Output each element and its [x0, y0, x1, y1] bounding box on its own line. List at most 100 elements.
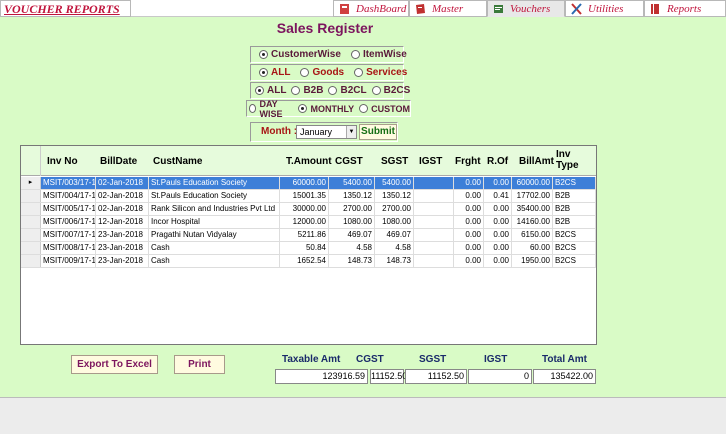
cell-bill-amt[interactable]: 35400.00	[512, 203, 553, 215]
radio-customerwise[interactable]: CustomerWise	[259, 49, 341, 60]
current-row-marker[interactable]: ▸	[21, 177, 41, 189]
col-cust-name[interactable]: CustName	[153, 156, 202, 167]
cell-r-of[interactable]: 0.00	[484, 255, 512, 267]
cell-bill-date[interactable]: 02-Jan-2018	[96, 203, 149, 215]
cell-t-amount[interactable]: 50.84	[280, 242, 329, 254]
print-button[interactable]: Print	[174, 355, 225, 374]
table-row[interactable]: MSIT/004/17-18 02-Jan-2018 St.Pauls Educat…	[21, 190, 596, 203]
cell-r-of[interactable]: 0.00	[484, 242, 512, 254]
cell-cust-name[interactable]: Rank Silicon and Industries Pvt Ltd	[149, 203, 280, 215]
cell-frght[interactable]: 0.00	[454, 229, 484, 241]
radio-itemwise[interactable]: ItemWise	[350, 49, 407, 60]
cell-bill-amt[interactable]: 14160.00	[512, 216, 553, 228]
cell-cgst[interactable]: 2700.00	[329, 203, 375, 215]
row-header[interactable]	[21, 216, 41, 228]
cell-sgst[interactable]: 148.73	[375, 255, 414, 267]
table-row[interactable]: MSIT/005/17-18 02-Jan-2018 Rank Silicon an…	[21, 203, 596, 216]
cell-inv-no[interactable]: MSIT/009/17-18	[41, 255, 96, 267]
cell-igst[interactable]	[414, 216, 454, 228]
cell-inv-type[interactable]: B2CS	[553, 229, 596, 241]
cell-bill-date[interactable]: 02-Jan-2018	[96, 177, 149, 189]
row-header[interactable]	[21, 203, 41, 215]
radio-goods[interactable]: Goods	[300, 67, 344, 78]
cell-inv-no[interactable]: MSIT/004/17-18	[41, 190, 96, 202]
cell-r-of[interactable]: 0.00	[484, 229, 512, 241]
col-frght[interactable]: Frght	[455, 156, 481, 167]
cell-igst[interactable]	[414, 229, 454, 241]
table-row[interactable]: MSIT/009/17-18 23-Jan-2018 Cash 1652.54 148.…	[21, 255, 596, 268]
table-row[interactable]: ▸ MSIT/003/17-18 02-Jan-2018 St.Pauls Educa…	[21, 177, 596, 190]
col-bill-amt[interactable]: BillAmt	[519, 156, 554, 167]
cell-bill-date[interactable]: 23-Jan-2018	[96, 255, 149, 267]
chevron-down-icon[interactable]: ▼	[346, 126, 356, 138]
cell-bill-amt[interactable]: 60000.00	[512, 177, 553, 189]
cell-inv-no[interactable]: MSIT/006/17-18	[41, 216, 96, 228]
cell-inv-type[interactable]: B2B	[553, 216, 596, 228]
cell-sgst[interactable]: 469.07	[375, 229, 414, 241]
col-inv-type[interactable]: Inv Type	[556, 149, 586, 171]
radio-b2cs[interactable]: B2CS	[371, 85, 410, 96]
row-header[interactable]	[21, 190, 41, 202]
radio-b2b[interactable]: B2B	[291, 85, 323, 96]
cell-sgst[interactable]: 4.58	[375, 242, 414, 254]
cell-inv-type[interactable]: B2B	[553, 203, 596, 215]
table-row[interactable]: MSIT/008/17-18 23-Jan-2018 Cash 50.84 4.58 4.…	[21, 242, 596, 255]
row-header[interactable]	[21, 255, 41, 267]
radio-monthly[interactable]: MONTHLY	[298, 104, 354, 114]
cell-inv-type[interactable]: B2CS	[553, 177, 596, 189]
row-header[interactable]	[21, 242, 41, 254]
cell-igst[interactable]	[414, 242, 454, 254]
tab-reports[interactable]: Reports	[644, 0, 726, 17]
cell-bill-date[interactable]: 23-Jan-2018	[96, 229, 149, 241]
cell-frght[interactable]: 0.00	[454, 203, 484, 215]
table-row[interactable]: MSIT/006/17-18 12-Jan-2018 Incor Hospital 1…	[21, 216, 596, 229]
cell-cgst[interactable]: 1350.12	[329, 190, 375, 202]
cell-frght[interactable]: 0.00	[454, 190, 484, 202]
radio-services[interactable]: Services	[354, 67, 407, 78]
cell-bill-date[interactable]: 23-Jan-2018	[96, 242, 149, 254]
cell-sgst[interactable]: 1350.12	[375, 190, 414, 202]
radio-custom[interactable]: CUSTOM	[359, 104, 410, 114]
cell-inv-type[interactable]: B2B	[553, 190, 596, 202]
cell-inv-type[interactable]: B2CS	[553, 242, 596, 254]
col-r-of[interactable]: R.Of	[487, 156, 508, 167]
cell-t-amount[interactable]: 1652.54	[280, 255, 329, 267]
cell-t-amount[interactable]: 5211.86	[280, 229, 329, 241]
tab-utilities[interactable]: Utilities	[565, 0, 644, 17]
cell-cgst[interactable]: 1080.00	[329, 216, 375, 228]
cell-r-of[interactable]: 0.00	[484, 216, 512, 228]
cell-igst[interactable]	[414, 255, 454, 267]
cell-cgst[interactable]: 469.07	[329, 229, 375, 241]
cell-t-amount[interactable]: 60000.00	[280, 177, 329, 189]
cell-igst[interactable]	[414, 177, 454, 189]
cell-sgst[interactable]: 1080.00	[375, 216, 414, 228]
col-cgst[interactable]: CGST	[335, 156, 363, 167]
cell-inv-type[interactable]: B2CS	[553, 255, 596, 267]
tab-dashboard[interactable]: DashBoard	[333, 0, 409, 17]
cell-sgst[interactable]: 5400.00	[375, 177, 414, 189]
cell-frght[interactable]: 0.00	[454, 177, 484, 189]
tab-master[interactable]: Master	[409, 0, 487, 17]
cell-cgst[interactable]: 148.73	[329, 255, 375, 267]
cell-cust-name[interactable]: Incor Hospital	[149, 216, 280, 228]
cell-igst[interactable]	[414, 203, 454, 215]
col-inv-no[interactable]: Inv No	[47, 156, 78, 167]
radio-billtype-all[interactable]: ALL	[255, 85, 286, 96]
cell-cust-name[interactable]: St.Pauls Education Society	[149, 177, 280, 189]
col-sgst[interactable]: SGST	[381, 156, 408, 167]
radio-daywise[interactable]: DAY WISE	[249, 99, 293, 119]
cell-inv-no[interactable]: MSIT/008/17-18	[41, 242, 96, 254]
cell-cust-name[interactable]: Cash	[149, 255, 280, 267]
cell-inv-no[interactable]: MSIT/003/17-18	[41, 177, 96, 189]
cell-cust-name[interactable]: Cash	[149, 242, 280, 254]
cell-inv-no[interactable]: MSIT/007/17-18	[41, 229, 96, 241]
submit-button[interactable]: Submit	[359, 124, 397, 140]
col-igst[interactable]: IGST	[419, 156, 442, 167]
cell-cust-name[interactable]: St.Pauls Education Society	[149, 190, 280, 202]
cell-frght[interactable]: 0.00	[454, 216, 484, 228]
cell-cgst[interactable]: 5400.00	[329, 177, 375, 189]
cell-inv-no[interactable]: MSIT/005/17-18	[41, 203, 96, 215]
cell-bill-amt[interactable]: 6150.00	[512, 229, 553, 241]
cell-r-of[interactable]: 0.00	[484, 203, 512, 215]
cell-bill-amt[interactable]: 60.00	[512, 242, 553, 254]
